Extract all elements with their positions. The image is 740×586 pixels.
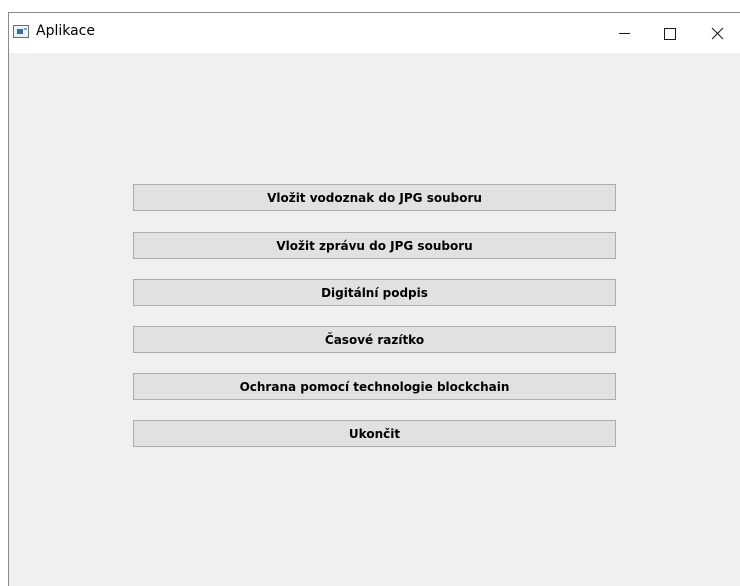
minimize-button[interactable] (601, 13, 647, 53)
maximize-button[interactable] (647, 13, 693, 53)
close-button[interactable] (694, 13, 740, 53)
minimize-icon (619, 33, 630, 34)
app-window: Aplikace Vložit vodoznak do JPG souboru … (8, 12, 740, 586)
main-content: Vložit vodoznak do JPG souboru Vložit zp… (9, 53, 740, 586)
insert-watermark-button[interactable]: Vložit vodoznak do JPG souboru (133, 184, 616, 211)
blockchain-protection-button[interactable]: Ochrana pomocí technologie blockchain (133, 373, 616, 400)
timestamp-button[interactable]: Časové razítko (133, 326, 616, 353)
digital-signature-button[interactable]: Digitální podpis (133, 279, 616, 306)
app-icon[interactable] (13, 25, 29, 38)
window-title: Aplikace (36, 23, 95, 39)
exit-button[interactable]: Ukončit (133, 420, 616, 447)
maximize-icon (664, 28, 676, 40)
title-bar[interactable]: Aplikace (9, 13, 740, 53)
insert-message-button[interactable]: Vložit zprávu do JPG souboru (133, 232, 616, 259)
close-icon (711, 27, 724, 40)
